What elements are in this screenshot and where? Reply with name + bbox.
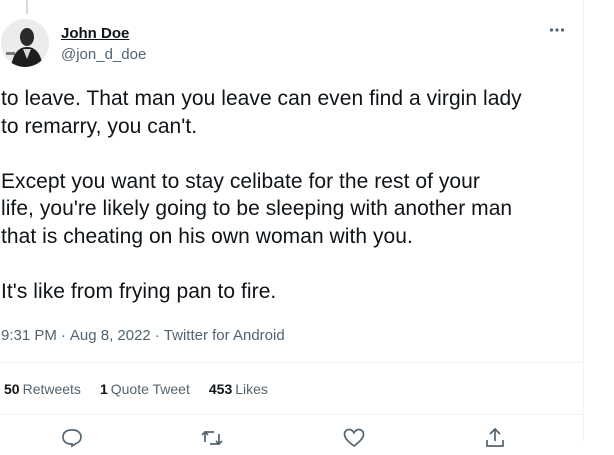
avatar[interactable] (1, 19, 49, 67)
retweets-label: Retweets (22, 381, 81, 397)
retweets-count: 50 (4, 381, 20, 397)
quotes-label: Quote Tweet (110, 381, 190, 397)
quotes-count: 1 (99, 381, 108, 397)
tweet-date[interactable]: Aug 8, 2022 (70, 327, 151, 344)
retweet-button[interactable] (200, 426, 224, 450)
quote-tweets-stat[interactable]: 1 Quote Tweet (100, 380, 190, 398)
engagement-stats: 50 Retweets 1 Quote Tweet 453 Likes (4, 380, 287, 398)
column-border (583, 0, 584, 442)
user-handle[interactable]: @jon_d_doe (61, 46, 146, 64)
display-name[interactable]: John Doe (61, 25, 146, 43)
tweet-paragraph: to leave. That man you leave can even fi… (1, 87, 522, 138)
user-name-block: John Doe @jon_d_doe (61, 25, 146, 64)
share-button[interactable] (483, 426, 507, 450)
tweet-paragraph: It's like from frying pan to fire. (1, 279, 277, 303)
divider (0, 362, 583, 363)
divider (0, 414, 583, 415)
retweet-icon (201, 430, 223, 446)
meta-separator: · (60, 327, 66, 344)
meta-separator: · (154, 327, 160, 344)
more-options-button[interactable] (546, 23, 568, 37)
tweet-metadata: 9:31 PM · Aug 8, 2022 · Twitter for Android (1, 326, 285, 346)
thread-connector-line (26, 0, 28, 14)
likes-count: 453 (208, 381, 233, 397)
tweet-paragraph: Except you want to stay celibate for the… (1, 169, 513, 248)
likes-stat[interactable]: 453 Likes (209, 380, 268, 398)
tweet-header: John Doe @jon_d_doe (0, 19, 583, 73)
reply-icon (62, 429, 82, 448)
tweet-time[interactable]: 9:31 PM (1, 327, 57, 344)
tweet-source[interactable]: Twitter for Android (164, 327, 285, 344)
share-icon (486, 427, 504, 447)
heart-icon (343, 428, 365, 448)
reply-button[interactable] (60, 426, 84, 450)
likes-label: Likes (235, 381, 268, 397)
more-dots-icon (549, 28, 565, 32)
tweet-text: to leave. That man you leave can even fi… (1, 85, 581, 305)
like-button[interactable] (342, 426, 366, 450)
tweet-actions (0, 422, 583, 448)
retweets-stat[interactable]: 50 Retweets (4, 380, 81, 398)
